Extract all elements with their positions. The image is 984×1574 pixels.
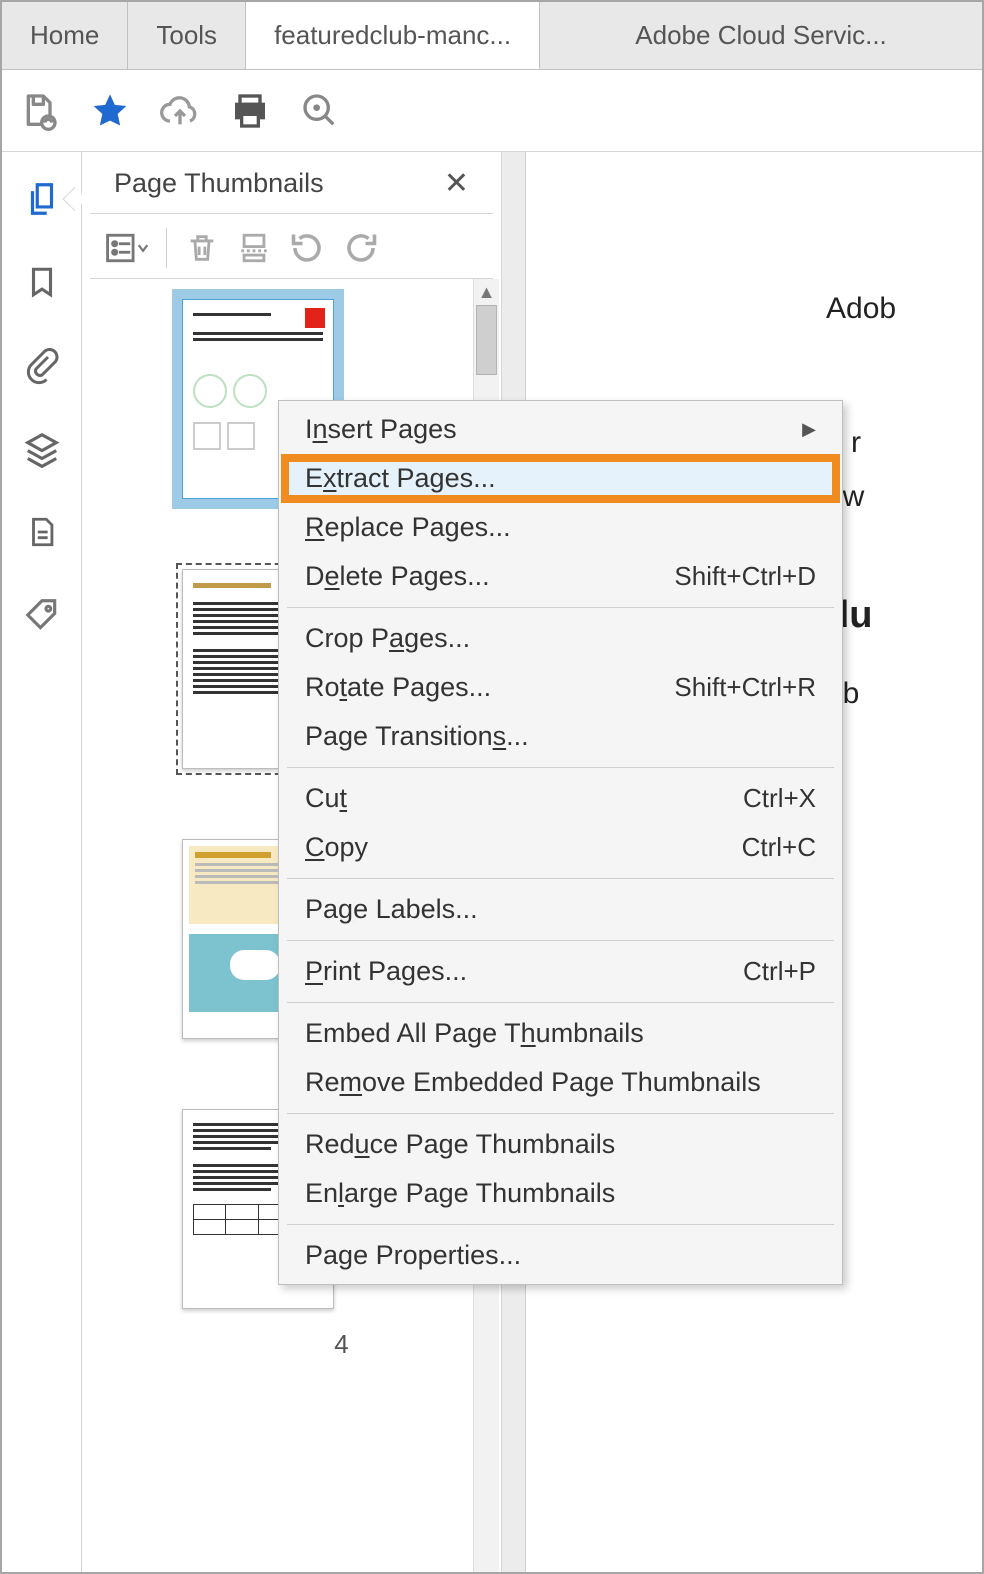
menu-separator <box>287 607 834 608</box>
menu-page-transitions[interactable]: Page Transitions... <box>281 712 840 761</box>
menu-print-pages[interactable]: Print Pages... Ctrl+P <box>281 947 840 996</box>
document-icon[interactable] <box>25 512 59 552</box>
menu-separator <box>287 1002 834 1003</box>
panel-close-icon[interactable]: ✕ <box>444 166 469 201</box>
menu-embed-thumbnails[interactable]: Embed All Page Thumbnails <box>281 1009 840 1058</box>
tag-icon[interactable] <box>23 596 61 634</box>
menu-separator <box>287 1224 834 1225</box>
menu-delete-pages[interactable]: Delete Pages... Shift+Ctrl+D <box>281 552 840 601</box>
options-menu-icon[interactable] <box>104 231 148 265</box>
tab-doc-featuredclub[interactable]: featuredclub-manc... <box>246 2 540 69</box>
navigation-strip <box>2 152 82 1572</box>
menu-cut[interactable]: Cut Ctrl+X <box>281 774 840 823</box>
tab-tools[interactable]: Tools <box>128 2 246 69</box>
main-toolbar <box>2 70 982 152</box>
menu-extract-pages[interactable]: Extract Pages... <box>281 454 840 503</box>
doc-text: Adob <box>826 292 982 326</box>
star-icon[interactable] <box>90 91 130 131</box>
page-thumbnails-icon[interactable] <box>23 180 61 218</box>
menu-crop-pages[interactable]: Crop Pages... <box>281 614 840 663</box>
submenu-arrow-icon: ▶ <box>802 419 816 440</box>
layers-icon[interactable] <box>23 430 61 468</box>
save-cloud-icon[interactable] <box>20 91 60 131</box>
attachment-icon[interactable] <box>24 346 60 386</box>
menu-enlarge-thumbnails[interactable]: Enlarge Page Thumbnails <box>281 1169 840 1218</box>
menu-shortcut: Ctrl+P <box>743 956 816 987</box>
scroll-up-icon[interactable]: ▲ <box>474 279 499 305</box>
doc-text: ob <box>826 677 982 711</box>
menu-rotate-pages[interactable]: Rotate Pages... Shift+Ctrl+R <box>281 663 840 712</box>
menu-separator <box>287 1113 834 1114</box>
print-icon[interactable] <box>230 91 270 131</box>
context-menu: Insert Pages ▶ Extract Pages... Replace … <box>278 400 843 1285</box>
scroll-thumb[interactable] <box>476 305 497 375</box>
menu-shortcut: Shift+Ctrl+R <box>674 672 816 703</box>
insert-page-icon[interactable] <box>237 230 271 266</box>
menu-shortcut: Ctrl+C <box>742 832 816 863</box>
tab-bar: Home Tools featuredclub-manc... Adobe Cl… <box>2 2 982 70</box>
tab-home[interactable]: Home <box>2 2 128 69</box>
menu-shortcut: Ctrl+X <box>743 783 816 814</box>
doc-heading: du <box>826 594 982 637</box>
pdf-badge-icon <box>305 308 325 328</box>
menu-reduce-thumbnails[interactable]: Reduce Page Thumbnails <box>281 1120 840 1169</box>
page-number-label: 4 <box>182 1329 501 1360</box>
menu-separator <box>287 767 834 768</box>
upload-cloud-icon[interactable] <box>160 91 200 131</box>
menu-replace-pages[interactable]: Replace Pages... <box>281 503 840 552</box>
menu-insert-pages[interactable]: Insert Pages ▶ <box>281 405 840 454</box>
panel-title: Page Thumbnails <box>114 168 324 199</box>
doc-text: ow <box>826 480 982 514</box>
bookmark-icon[interactable] <box>25 262 59 302</box>
menu-separator <box>287 878 834 879</box>
delete-icon[interactable] <box>185 230 219 266</box>
doc-text: h r <box>826 426 982 460</box>
search-icon[interactable] <box>300 91 340 131</box>
panel-toolbar <box>90 218 493 279</box>
menu-remove-embedded-thumbnails[interactable]: Remove Embedded Page Thumbnails <box>281 1058 840 1107</box>
menu-separator <box>287 940 834 941</box>
rotate-ccw-icon[interactable] <box>289 230 325 266</box>
rotate-cw-icon[interactable] <box>343 230 379 266</box>
menu-page-properties[interactable]: Page Properties... <box>281 1231 840 1280</box>
separator <box>166 228 167 268</box>
tab-doc-adobe-cloud[interactable]: Adobe Cloud Servic... <box>540 2 982 69</box>
menu-page-labels[interactable]: Page Labels... <box>281 885 840 934</box>
menu-copy[interactable]: Copy Ctrl+C <box>281 823 840 872</box>
menu-shortcut: Shift+Ctrl+D <box>674 561 816 592</box>
